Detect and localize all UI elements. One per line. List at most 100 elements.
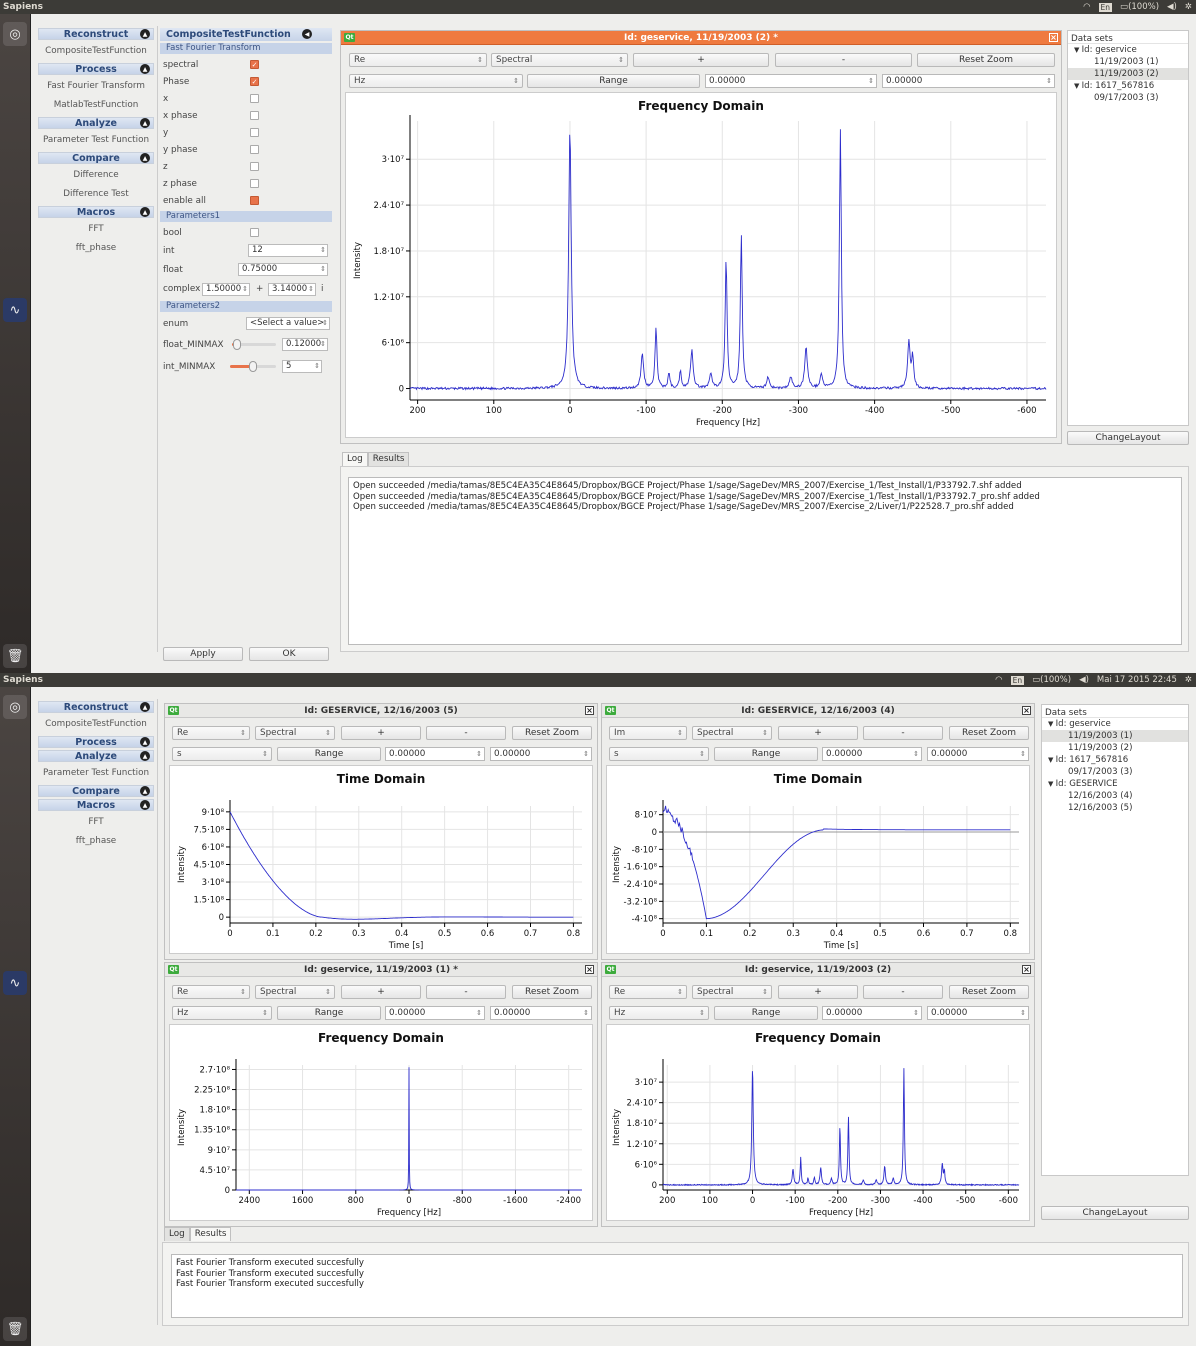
reset-zoom-button[interactable]: Reset Zoom bbox=[512, 985, 592, 999]
unit-select[interactable]: s bbox=[172, 747, 272, 761]
component-select[interactable]: Re bbox=[172, 726, 250, 740]
checkbox[interactable] bbox=[250, 111, 259, 120]
zoom-in-button[interactable]: + bbox=[341, 726, 421, 740]
tab-results[interactable]: Results bbox=[367, 452, 410, 466]
component-select[interactable]: Im bbox=[609, 726, 687, 740]
unit-select[interactable]: Hz bbox=[349, 74, 523, 88]
dataset-item[interactable]: 09/17/2003 (3) bbox=[1042, 766, 1188, 778]
spectrum-plot[interactable]: Frequency Domain 200 100 0 -100 -200 -300 -400 -… bbox=[345, 92, 1057, 438]
bool-checkbox[interactable] bbox=[250, 228, 259, 237]
section-header[interactable]: Compare ▲ bbox=[38, 785, 154, 797]
reset-zoom-button[interactable]: Reset Zoom bbox=[512, 726, 592, 740]
section-header[interactable]: Analyze ▲ bbox=[38, 117, 154, 129]
trash-icon[interactable]: 🗑 bbox=[3, 1317, 27, 1341]
checkbox[interactable] bbox=[250, 162, 259, 171]
dash-icon[interactable]: ◎ bbox=[3, 695, 27, 719]
float-minmax-spinbox[interactable]: 0.12000 bbox=[282, 338, 328, 351]
dataset-group[interactable]: ▼ Id: 1617_567816 bbox=[1068, 80, 1188, 92]
range-from-input[interactable]: 0.00000 bbox=[385, 1006, 485, 1020]
plot-area[interactable]: Frequency Domain 2400 1600 800 0 -800 -1600 -24… bbox=[169, 1024, 593, 1221]
function-item[interactable]: Difference Test bbox=[36, 185, 156, 204]
section-header[interactable]: Reconstruct ▲ bbox=[38, 28, 154, 40]
expand-arrow-icon[interactable]: ▼ bbox=[1074, 46, 1082, 54]
collapse-icon[interactable]: ▲ bbox=[140, 29, 150, 39]
component-select[interactable]: Re bbox=[349, 53, 487, 67]
plot-window-title[interactable]: Qt Id: geservice, 11/19/2003 (2) × bbox=[602, 963, 1034, 977]
float-spinbox[interactable]: 0.75000 bbox=[238, 263, 328, 276]
dataset-group[interactable]: ▼ Id: 1617_567816 bbox=[1042, 754, 1188, 766]
clock[interactable]: Mai 17 2015 22:45 bbox=[1097, 675, 1177, 685]
mode-select[interactable]: Spectral bbox=[491, 53, 628, 67]
zoom-out-button[interactable]: - bbox=[863, 985, 943, 999]
complex-real-spinbox[interactable]: 1.50000 bbox=[202, 283, 250, 296]
section-header[interactable]: Analyze ▲ bbox=[38, 750, 154, 762]
close-icon[interactable]: × bbox=[1049, 33, 1058, 42]
log-output[interactable]: Open succeeded /media/tamas/8E5C4EA35C4E… bbox=[348, 477, 1182, 645]
range-to-input[interactable]: 0.00000 bbox=[927, 1006, 1029, 1020]
range-to-input[interactable]: 0.00000 bbox=[882, 74, 1055, 88]
dataset-item[interactable]: 11/19/2003 (1) bbox=[1068, 56, 1188, 68]
dataset-group[interactable]: ▼ Id: GESERVICE bbox=[1042, 778, 1188, 790]
wifi-icon[interactable]: ◠ bbox=[1083, 2, 1090, 12]
apply-button[interactable]: Apply bbox=[163, 647, 243, 661]
close-icon[interactable]: × bbox=[1022, 965, 1031, 974]
float-minmax-slider[interactable] bbox=[232, 339, 276, 350]
collapse-icon[interactable]: ▲ bbox=[140, 64, 150, 74]
range-from-input[interactable]: 0.00000 bbox=[705, 74, 877, 88]
function-item[interactable]: CompositeTestFunction bbox=[36, 715, 156, 734]
int-minmax-slider[interactable] bbox=[230, 361, 276, 372]
mode-select[interactable]: Spectral bbox=[255, 985, 335, 999]
checkbox[interactable] bbox=[250, 179, 259, 188]
range-button[interactable]: Range bbox=[527, 74, 700, 88]
collapse-icon[interactable]: ▲ bbox=[140, 800, 150, 810]
zoom-in-button[interactable]: + bbox=[778, 726, 858, 740]
collapse-icon[interactable]: ▲ bbox=[140, 751, 150, 761]
plot-window-title[interactable]: Qt Id: geservice, 11/19/2003 (1) * × bbox=[165, 963, 597, 977]
sapiens-app-icon[interactable]: ∿ bbox=[3, 971, 27, 995]
reset-zoom-button[interactable]: Reset Zoom bbox=[917, 53, 1055, 67]
enum-select[interactable]: <Select a value> bbox=[246, 317, 330, 330]
change-layout-button[interactable]: ChangeLayout bbox=[1067, 431, 1189, 445]
component-select[interactable]: Re bbox=[172, 985, 250, 999]
mode-select[interactable]: Spectral bbox=[692, 726, 772, 740]
zoom-in-button[interactable]: + bbox=[633, 53, 769, 67]
section-header[interactable]: Reconstruct ▲ bbox=[38, 701, 154, 713]
keyboard-layout[interactable]: En bbox=[1010, 675, 1025, 685]
dash-icon[interactable]: ◎ bbox=[3, 22, 27, 46]
collapse-icon[interactable]: ▲ bbox=[140, 737, 150, 747]
zoom-out-button[interactable]: - bbox=[863, 726, 943, 740]
dataset-item[interactable]: 12/16/2003 (4) bbox=[1042, 790, 1188, 802]
reset-zoom-button[interactable]: Reset Zoom bbox=[949, 726, 1029, 740]
zoom-in-button[interactable]: + bbox=[341, 985, 421, 999]
range-from-input[interactable]: 0.00000 bbox=[822, 1006, 922, 1020]
close-icon[interactable]: × bbox=[585, 706, 594, 715]
zoom-out-button[interactable]: - bbox=[775, 53, 912, 67]
expand-arrow-icon[interactable]: ▼ bbox=[1074, 82, 1082, 90]
section-header[interactable]: Macros ▲ bbox=[38, 799, 154, 811]
mode-select[interactable]: Spectral bbox=[255, 726, 335, 740]
expand-arrow-icon[interactable]: ▼ bbox=[1048, 756, 1056, 764]
function-item[interactable]: Fast Fourier Transform bbox=[36, 77, 156, 96]
function-item[interactable]: MatlabTestFunction bbox=[36, 96, 156, 115]
plot-area[interactable]: Time Domain 0 0.1 0.2 0.3 0.4 0.5 0.6 0.7 0.8 -4·1… bbox=[606, 765, 1030, 954]
dataset-group[interactable]: ▼ Id: geservice bbox=[1042, 718, 1188, 730]
volume-icon[interactable]: ◀) bbox=[1167, 2, 1177, 12]
function-item[interactable]: FFT bbox=[36, 813, 156, 832]
zoom-out-button[interactable]: - bbox=[426, 726, 506, 740]
complex-imag-spinbox[interactable]: 3.14000 bbox=[268, 283, 316, 296]
checkbox[interactable] bbox=[250, 196, 259, 205]
checkbox[interactable] bbox=[250, 94, 259, 103]
slider-handle[interactable] bbox=[249, 361, 257, 372]
section-header[interactable]: Process ▲ bbox=[38, 63, 154, 75]
collapse-icon[interactable]: ▲ bbox=[140, 702, 150, 712]
expand-arrow-icon[interactable]: ▼ bbox=[1048, 780, 1056, 788]
section-header[interactable]: Macros ▲ bbox=[38, 206, 154, 218]
tab-results[interactable]: Results bbox=[189, 1227, 232, 1241]
dataset-item[interactable]: 11/19/2003 (1) bbox=[1042, 730, 1188, 742]
range-button[interactable]: Range bbox=[714, 747, 818, 761]
plot-area[interactable]: Frequency Domain 200 100 0 -100 -200 -300 -400 -… bbox=[606, 1024, 1030, 1221]
wifi-icon[interactable]: ◠ bbox=[995, 675, 1002, 685]
log-output[interactable]: Fast Fourier Transform executed succesfu… bbox=[171, 1254, 1183, 1318]
function-item[interactable]: CompositeTestFunction bbox=[36, 42, 156, 61]
dataset-item[interactable]: 09/17/2003 (3) bbox=[1068, 92, 1188, 104]
